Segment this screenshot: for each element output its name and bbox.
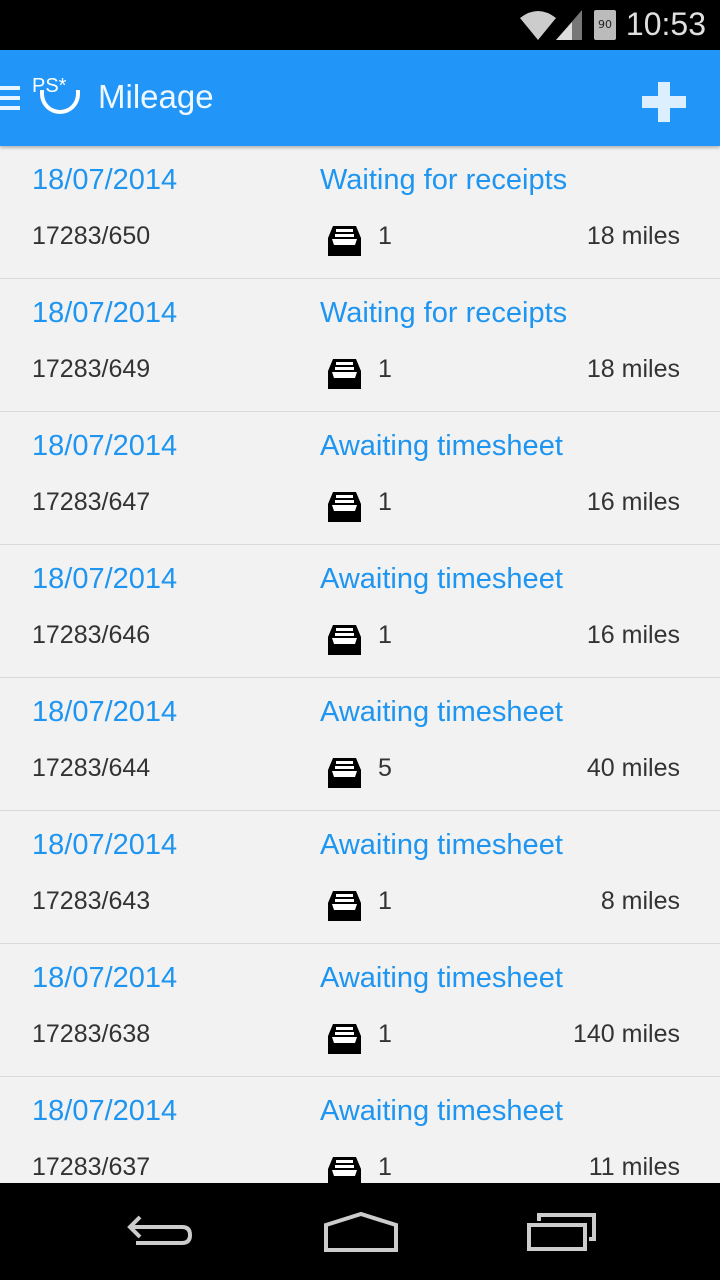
page-title: Mileage: [98, 78, 214, 115]
entry-distance: 18 miles: [586, 222, 680, 250]
entry-distance: 8 miles: [600, 887, 680, 915]
entry-status: Waiting for receipts: [320, 297, 568, 329]
wifi-icon: [520, 11, 556, 40]
entry-status: Awaiting timesheet: [320, 962, 563, 994]
list-item[interactable]: 18/07/2014 Awaiting timesheet 17283/643 …: [0, 811, 720, 944]
app-bar: PS* Mileage: [0, 50, 720, 146]
mileage-list: 18/07/2014 Waiting for receipts 17283/65…: [0, 146, 720, 1183]
entry-status: Awaiting timesheet: [320, 696, 563, 728]
receipt-count: 1: [378, 355, 392, 383]
entry-date: 18/07/2014: [32, 297, 178, 329]
entry-reference: 17283/638: [32, 1020, 151, 1048]
entry-date: 18/07/2014: [32, 829, 178, 861]
hamburger-icon[interactable]: [0, 86, 20, 110]
receipt-count: 1: [378, 621, 392, 649]
entry-reference: 17283/644: [32, 754, 151, 782]
entry-date: 18/07/2014: [32, 696, 178, 728]
battery-icon: 90: [594, 10, 616, 40]
logo-smile: [40, 90, 80, 114]
navigation-bar: [0, 1183, 720, 1280]
clock: 10:53: [625, 6, 706, 42]
entry-distance: 16 miles: [586, 621, 680, 649]
entry-date: 18/07/2014: [32, 164, 178, 196]
entry-status: Awaiting timesheet: [320, 829, 563, 861]
entry-date: 18/07/2014: [32, 962, 178, 994]
entry-status: Awaiting timesheet: [320, 430, 563, 462]
entry-distance: 140 miles: [573, 1020, 680, 1048]
list-item[interactable]: 18/07/2014 Waiting for receipts 17283/64…: [0, 279, 720, 412]
list-item[interactable]: 18/07/2014 Awaiting timesheet 17283/644 …: [0, 678, 720, 811]
entry-reference: 17283/646: [32, 621, 151, 649]
list-item[interactable]: 18/07/2014 Waiting for receipts 17283/65…: [0, 146, 720, 279]
entry-reference: 17283/650: [32, 222, 151, 250]
entry-status: Waiting for receipts: [320, 164, 568, 196]
entry-distance: 40 miles: [586, 754, 680, 782]
entry-reference: 17283/637: [32, 1153, 151, 1181]
inbox-tray-icon: [328, 1024, 361, 1054]
entry-reference: 17283/649: [32, 355, 151, 383]
entry-distance: 16 miles: [586, 488, 680, 516]
inbox-tray-icon: [328, 492, 361, 522]
inbox-tray-icon: [328, 226, 361, 256]
entry-reference: 17283/643: [32, 887, 151, 915]
recents-button[interactable]: [526, 1211, 598, 1253]
list-item[interactable]: 18/07/2014 Awaiting timesheet 17283/647 …: [0, 412, 720, 545]
inbox-tray-icon: [328, 359, 361, 389]
status-bar: 90 10:53: [0, 0, 720, 50]
inbox-tray-icon: [328, 625, 361, 655]
receipt-count: 1: [378, 488, 392, 516]
receipt-count: 1: [378, 222, 392, 250]
inbox-tray-icon: [328, 891, 361, 921]
back-button[interactable]: [126, 1211, 194, 1251]
receipt-count: 1: [378, 1020, 392, 1048]
add-button[interactable]: [642, 82, 686, 122]
entry-date: 18/07/2014: [32, 1095, 178, 1127]
receipt-count: 1: [378, 1153, 392, 1181]
list-item[interactable]: 18/07/2014 Awaiting timesheet 17283/638 …: [0, 944, 720, 1077]
list-item[interactable]: 18/07/2014 Awaiting timesheet 17283/637 …: [0, 1077, 720, 1183]
signal-icon: [556, 10, 582, 40]
entry-distance: 11 miles: [588, 1153, 680, 1181]
entry-distance: 18 miles: [586, 355, 680, 383]
entry-date: 18/07/2014: [32, 563, 178, 595]
inbox-tray-icon: [328, 758, 361, 788]
entry-date: 18/07/2014: [32, 430, 178, 462]
inbox-tray-icon: [328, 1157, 361, 1183]
receipt-count: 1: [378, 887, 392, 915]
entry-status: Awaiting timesheet: [320, 563, 563, 595]
list-item[interactable]: 18/07/2014 Awaiting timesheet 17283/646 …: [0, 545, 720, 678]
entry-reference: 17283/647: [32, 488, 151, 516]
receipt-count: 5: [378, 754, 392, 782]
home-button[interactable]: [324, 1211, 398, 1253]
entry-status: Awaiting timesheet: [320, 1095, 563, 1127]
